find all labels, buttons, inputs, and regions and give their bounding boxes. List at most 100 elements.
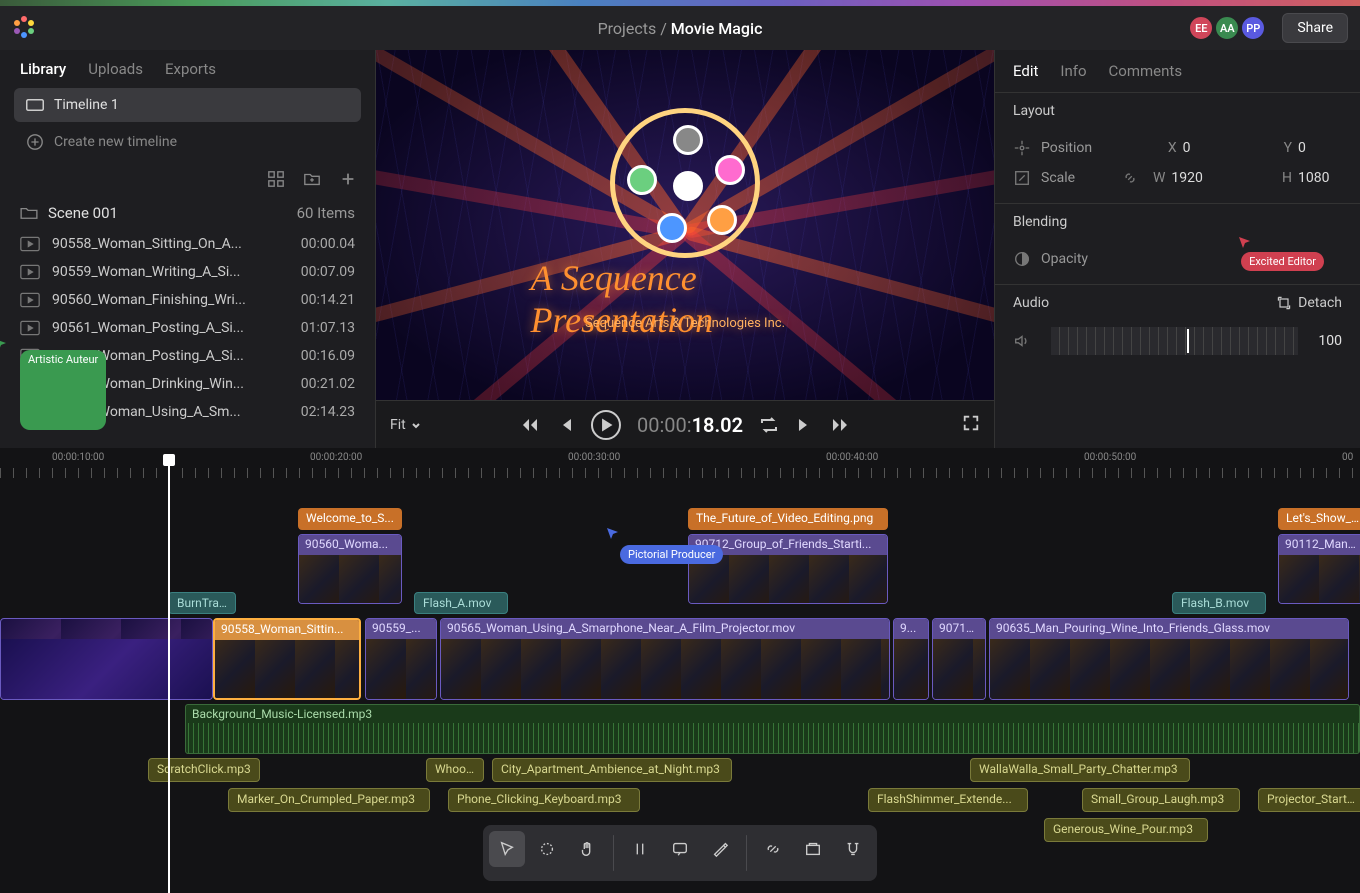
fullscreen-button[interactable] <box>962 414 980 436</box>
folder-add-icon[interactable] <box>303 170 321 188</box>
tab-edit[interactable]: Edit <box>1013 62 1038 80</box>
file-item[interactable]: 90560_Woman_Finishing_Wri...00:14.21 <box>10 286 365 314</box>
preview-subtitle: Sequence Arts & Technologies Inc. <box>585 316 785 331</box>
scene-name: Scene 001 <box>48 204 118 222</box>
ruler-mark: 00 <box>1342 452 1353 463</box>
tab-uploads[interactable]: Uploads <box>88 60 143 78</box>
playhead[interactable] <box>168 454 170 893</box>
audio-clip[interactable]: Generous_Wine_Pour.mp3 <box>1044 818 1208 842</box>
video-clip[interactable] <box>0 618 213 700</box>
link-icon[interactable] <box>1121 169 1139 187</box>
audio-clip[interactable]: WallaWalla_Small_Party_Chatter.mp3 <box>970 758 1190 782</box>
effect-clip[interactable]: Flash_A.mov <box>414 592 508 614</box>
tab-exports[interactable]: Exports <box>165 60 216 78</box>
title-clip[interactable]: Welcome_to_S... <box>298 508 402 530</box>
pointer-tool[interactable] <box>489 831 525 867</box>
audio-clip[interactable]: City_Apartment_Ambience_at_Night.mp3 <box>492 758 732 782</box>
position-x-value[interactable]: 0 <box>1183 140 1227 156</box>
skip-back-button[interactable] <box>519 415 539 435</box>
video-clip-selected[interactable]: 90558_Woman_Sittin... <box>213 618 361 700</box>
scene-header[interactable]: Scene 001 60 Items <box>0 196 375 230</box>
position-icon <box>1013 139 1031 157</box>
video-clip[interactable]: 9... <box>893 618 929 700</box>
scale-h-value[interactable]: 1080 <box>1298 170 1342 186</box>
video-file-icon <box>20 292 40 308</box>
blade-tool[interactable] <box>622 831 658 867</box>
zoom-fit-dropdown[interactable]: Fit <box>390 417 422 433</box>
collaborator-cursor-label: Artistic Auteur <box>20 350 106 430</box>
volume-slider[interactable] <box>1051 327 1298 355</box>
avatar[interactable]: PP <box>1240 15 1266 41</box>
pan-tool[interactable] <box>569 831 605 867</box>
video-clip[interactable]: 90559_... <box>365 618 437 700</box>
detach-audio-button[interactable]: Detach <box>1276 295 1342 311</box>
audio-clip[interactable]: Marker_On_Crumpled_Paper.mp3 <box>228 788 430 812</box>
share-button[interactable]: Share <box>1282 13 1348 43</box>
group-tool[interactable] <box>795 831 831 867</box>
audio-clip[interactable]: ScratchClick.mp3 <box>148 758 260 782</box>
avatar[interactable]: AA <box>1214 15 1240 41</box>
chevron-down-icon <box>410 419 422 431</box>
title-clip[interactable]: Let's_Show_Yo <box>1278 508 1360 530</box>
timeline-ruler[interactable]: 00:00:10:00 00:00:20:00 00:00:30:00 00:0… <box>0 448 1360 478</box>
prev-frame-button[interactable] <box>555 415 575 435</box>
tab-library[interactable]: Library <box>20 60 66 78</box>
marker-tool[interactable] <box>702 831 738 867</box>
ruler-mark: 00:00:30:00 <box>568 452 620 463</box>
tab-comments[interactable]: Comments <box>1109 62 1183 80</box>
audio-clip[interactable]: Projector_Start_U <box>1258 788 1360 812</box>
snap-tool[interactable] <box>835 831 871 867</box>
timeline-item[interactable]: Timeline 1 <box>14 88 361 122</box>
video-clip[interactable]: 90711... <box>932 618 986 700</box>
audio-clip[interactable]: FlashShimmer_Extende... <box>868 788 1028 812</box>
preview-panel: A Sequence Presentation Sequence Arts & … <box>376 50 994 448</box>
file-item[interactable]: 90558_Woman_Sitting_On_A...00:00.04 <box>10 230 365 258</box>
video-clip[interactable]: 90560_Woma... <box>298 534 402 604</box>
avatar[interactable]: EE <box>1188 15 1214 41</box>
tab-info[interactable]: Info <box>1060 62 1086 80</box>
link-tool[interactable] <box>755 831 791 867</box>
comment-tool[interactable] <box>662 831 698 867</box>
effect-clip[interactable]: Flash_B.mov <box>1172 592 1266 614</box>
effect-clip[interactable]: BurnTra... <box>168 592 236 614</box>
grid-view-icon[interactable] <box>267 170 285 188</box>
plus-icon[interactable] <box>339 170 357 188</box>
file-item[interactable]: 90561_Woman_Posting_A_Si...01:07.13 <box>10 314 365 342</box>
video-clip[interactable]: 90712_Group_of_Friends_Starti... <box>688 534 888 604</box>
scale-w-value[interactable]: 1920 <box>1171 170 1215 186</box>
reel-graphic <box>610 108 760 258</box>
video-clip[interactable]: 90112_Man_M <box>1278 534 1360 604</box>
breadcrumb-parent[interactable]: Projects <box>598 19 657 38</box>
scene-count: 60 Items <box>297 204 355 222</box>
folder-icon <box>20 206 38 220</box>
title-clip[interactable]: The_Future_of_Video_Editing.png <box>688 508 888 530</box>
hand-tool[interactable] <box>529 831 565 867</box>
ruler-mark: 00:00:50:00 <box>1084 452 1136 463</box>
collaborator-cursor-icon <box>606 527 620 541</box>
opacity-icon <box>1013 250 1031 268</box>
audio-clip[interactable]: Whoos... <box>426 758 484 782</box>
timecode-display[interactable]: 00:00:18.02 <box>637 413 743 437</box>
loop-button[interactable] <box>759 415 779 435</box>
video-preview[interactable]: A Sequence Presentation Sequence Arts & … <box>376 50 994 400</box>
file-time: 00:07.09 <box>301 264 355 280</box>
playback-controls: Fit 00:00:18.02 <box>376 400 994 448</box>
section-layout: Layout <box>1013 103 1342 119</box>
position-y-value[interactable]: 0 <box>1298 140 1342 156</box>
next-frame-button[interactable] <box>795 415 815 435</box>
plus-circle-icon <box>26 133 44 151</box>
detach-icon <box>1276 295 1292 311</box>
play-button[interactable] <box>591 410 621 440</box>
file-time: 00:00.04 <box>301 236 355 252</box>
video-clip[interactable]: 90635_Man_Pouring_Wine_Into_Friends_Glas… <box>989 618 1349 700</box>
video-file-icon <box>20 236 40 252</box>
video-clip[interactable]: 90565_Woman_Using_A_Smarphone_Near_A_Fil… <box>440 618 890 700</box>
file-item[interactable]: 90559_Woman_Writing_A_Si...00:07.09 <box>10 258 365 286</box>
breadcrumb-current: Movie Magic <box>671 19 763 38</box>
create-timeline-button[interactable]: Create new timeline <box>14 122 361 162</box>
timeline-panel[interactable]: 00:00:10:00 00:00:20:00 00:00:30:00 00:0… <box>0 448 1360 893</box>
audio-clip[interactable]: Background_Music-Licensed.mp3 <box>185 704 1360 754</box>
audio-clip[interactable]: Small_Group_Laugh.mp3 <box>1082 788 1240 812</box>
skip-forward-button[interactable] <box>831 415 851 435</box>
audio-clip[interactable]: Phone_Clicking_Keyboard.mp3 <box>448 788 640 812</box>
